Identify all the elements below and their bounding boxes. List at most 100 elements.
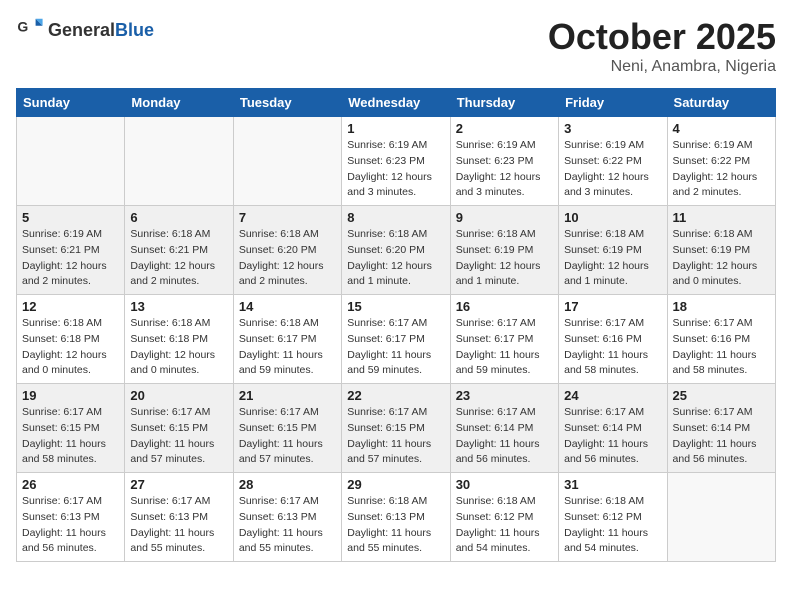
day-number: 18 [673, 299, 770, 314]
day-number: 10 [564, 210, 661, 225]
day-info: Sunrise: 6:19 AMSunset: 6:21 PMDaylight:… [22, 227, 119, 290]
day-number: 30 [456, 477, 553, 492]
calendar-cell: 14Sunrise: 6:18 AMSunset: 6:17 PMDayligh… [233, 295, 341, 384]
weekday-header-row: SundayMondayTuesdayWednesdayThursdayFrid… [17, 89, 776, 117]
day-number: 29 [347, 477, 444, 492]
weekday-header: Monday [125, 89, 233, 117]
calendar-cell [667, 473, 775, 562]
day-number: 22 [347, 388, 444, 403]
day-info: Sunrise: 6:18 AMSunset: 6:19 PMDaylight:… [456, 227, 553, 290]
calendar-cell: 27 Sunrise: 6:17 AMSunset: 6:13 PMDayligh… [125, 473, 233, 562]
calendar-cell: 16Sunrise: 6:17 AMSunset: 6:17 PMDayligh… [450, 295, 558, 384]
calendar-table: SundayMondayTuesdayWednesdayThursdayFrid… [16, 88, 776, 562]
day-number: 26 [22, 477, 119, 492]
day-info: Sunrise: 6:18 AMSunset: 6:21 PMDaylight:… [130, 227, 227, 290]
day-number: 7 [239, 210, 336, 225]
day-info: Sunrise: 6:18 AMSunset: 6:19 PMDaylight:… [564, 227, 661, 290]
day-info: Sunrise: 6:18 AMSunset: 6:12 PMDaylight:… [564, 494, 661, 557]
calendar-cell: 15 Sunrise: 6:17 AMSunset: 6:17 PMDayligh… [342, 295, 450, 384]
weekday-header: Wednesday [342, 89, 450, 117]
day-info: Sunrise: 6:18 AMSunset: 6:20 PMDaylight:… [347, 227, 444, 290]
title-block: October 2025 Neni, Anambra, Nigeria [548, 16, 776, 76]
day-number: 13 [130, 299, 227, 314]
page-title: October 2025 [548, 16, 776, 58]
day-info: Sunrise: 6:17 AMSunset: 6:15 PMDaylight:… [130, 405, 227, 468]
day-number: 8 [347, 210, 444, 225]
day-info: Sunrise: 6:18 AMSunset: 6:12 PMDaylight:… [456, 494, 553, 557]
calendar-cell: 30 Sunrise: 6:18 AMSunset: 6:12 PMDayligh… [450, 473, 558, 562]
calendar-cell: 4 Sunrise: 6:19 AMSunset: 6:22 PMDaylight… [667, 117, 775, 206]
day-info: Sunrise: 6:17 AMSunset: 6:14 PMDaylight:… [456, 405, 553, 468]
day-info: Sunrise: 6:17 AMSunset: 6:13 PMDaylight:… [239, 494, 336, 557]
calendar-cell: 19Sunrise: 6:17 AMSunset: 6:15 PMDayligh… [17, 384, 125, 473]
weekday-header: Sunday [17, 89, 125, 117]
day-info: Sunrise: 6:18 AMSunset: 6:18 PMDaylight:… [130, 316, 227, 379]
logo-text-blue: Blue [115, 20, 154, 40]
calendar-cell: 29 Sunrise: 6:18 AMSunset: 6:13 PMDayligh… [342, 473, 450, 562]
day-info: Sunrise: 6:18 AMSunset: 6:17 PMDaylight:… [239, 316, 336, 379]
calendar-cell: 1 Sunrise: 6:19 AMSunset: 6:23 PMDaylight… [342, 117, 450, 206]
day-number: 27 [130, 477, 227, 492]
day-number: 23 [456, 388, 553, 403]
day-number: 3 [564, 121, 661, 136]
page-header: G GeneralBlue October 2025 Neni, Anambra… [16, 16, 776, 76]
day-info: Sunrise: 6:17 AMSunset: 6:15 PMDaylight:… [347, 405, 444, 468]
day-number: 15 [347, 299, 444, 314]
day-number: 1 [347, 121, 444, 136]
day-info: Sunrise: 6:17 AMSunset: 6:17 PMDaylight:… [347, 316, 444, 379]
calendar-cell: 13 Sunrise: 6:18 AMSunset: 6:18 PMDayligh… [125, 295, 233, 384]
calendar-cell: 17 Sunrise: 6:17 AMSunset: 6:16 PMDayligh… [559, 295, 667, 384]
day-info: Sunrise: 6:17 AMSunset: 6:14 PMDaylight:… [673, 405, 770, 468]
calendar-week-row: 26 Sunrise: 6:17 AMSunset: 6:13 PMDayligh… [17, 473, 776, 562]
calendar-cell [17, 117, 125, 206]
calendar-cell: 31 Sunrise: 6:18 AMSunset: 6:12 PMDayligh… [559, 473, 667, 562]
calendar-week-row: 1 Sunrise: 6:19 AMSunset: 6:23 PMDaylight… [17, 117, 776, 206]
day-number: 31 [564, 477, 661, 492]
day-info: Sunrise: 6:17 AMSunset: 6:15 PMDaylight:… [22, 405, 119, 468]
day-info: Sunrise: 6:17 AMSunset: 6:14 PMDaylight:… [564, 405, 661, 468]
calendar-cell: 28 Sunrise: 6:17 AMSunset: 6:13 PMDayligh… [233, 473, 341, 562]
day-number: 17 [564, 299, 661, 314]
day-info: Sunrise: 6:18 AMSunset: 6:13 PMDaylight:… [347, 494, 444, 557]
calendar-cell: 8 Sunrise: 6:18 AMSunset: 6:20 PMDaylight… [342, 206, 450, 295]
calendar-week-row: 19Sunrise: 6:17 AMSunset: 6:15 PMDayligh… [17, 384, 776, 473]
day-number: 28 [239, 477, 336, 492]
calendar-cell: 11Sunrise: 6:18 AMSunset: 6:19 PMDayligh… [667, 206, 775, 295]
day-info: Sunrise: 6:17 AMSunset: 6:13 PMDaylight:… [22, 494, 119, 557]
day-info: Sunrise: 6:19 AMSunset: 6:22 PMDaylight:… [673, 138, 770, 201]
calendar-cell: 25 Sunrise: 6:17 AMSunset: 6:14 PMDayligh… [667, 384, 775, 473]
day-number: 2 [456, 121, 553, 136]
calendar-cell: 24 Sunrise: 6:17 AMSunset: 6:14 PMDayligh… [559, 384, 667, 473]
calendar-cell: 3Sunrise: 6:19 AMSunset: 6:22 PMDaylight… [559, 117, 667, 206]
day-info: Sunrise: 6:17 AMSunset: 6:15 PMDaylight:… [239, 405, 336, 468]
day-number: 6 [130, 210, 227, 225]
day-info: Sunrise: 6:17 AMSunset: 6:16 PMDaylight:… [564, 316, 661, 379]
day-number: 16 [456, 299, 553, 314]
day-number: 20 [130, 388, 227, 403]
calendar-cell: 18 Sunrise: 6:17 AMSunset: 6:16 PMDayligh… [667, 295, 775, 384]
day-number: 4 [673, 121, 770, 136]
day-info: Sunrise: 6:17 AMSunset: 6:13 PMDaylight:… [130, 494, 227, 557]
day-info: Sunrise: 6:18 AMSunset: 6:18 PMDaylight:… [22, 316, 119, 379]
day-number: 24 [564, 388, 661, 403]
weekday-header: Tuesday [233, 89, 341, 117]
calendar-cell: 20 Sunrise: 6:17 AMSunset: 6:15 PMDayligh… [125, 384, 233, 473]
calendar-cell: 10 Sunrise: 6:18 AMSunset: 6:19 PMDayligh… [559, 206, 667, 295]
day-number: 21 [239, 388, 336, 403]
calendar-week-row: 12 Sunrise: 6:18 AMSunset: 6:18 PMDayligh… [17, 295, 776, 384]
day-info: Sunrise: 6:17 AMSunset: 6:16 PMDaylight:… [673, 316, 770, 379]
day-info: Sunrise: 6:19 AMSunset: 6:23 PMDaylight:… [347, 138, 444, 201]
weekday-header: Saturday [667, 89, 775, 117]
calendar-cell: 2 Sunrise: 6:19 AMSunset: 6:23 PMDaylight… [450, 117, 558, 206]
day-number: 25 [673, 388, 770, 403]
page-location: Neni, Anambra, Nigeria [548, 58, 776, 76]
calendar-cell: 9Sunrise: 6:18 AMSunset: 6:19 PMDaylight… [450, 206, 558, 295]
logo: G GeneralBlue [16, 16, 154, 44]
day-number: 12 [22, 299, 119, 314]
weekday-header: Friday [559, 89, 667, 117]
day-info: Sunrise: 6:18 AMSunset: 6:19 PMDaylight:… [673, 227, 770, 290]
calendar-week-row: 5Sunrise: 6:19 AMSunset: 6:21 PMDaylight… [17, 206, 776, 295]
calendar-cell: 6 Sunrise: 6:18 AMSunset: 6:21 PMDaylight… [125, 206, 233, 295]
day-info: Sunrise: 6:18 AMSunset: 6:20 PMDaylight:… [239, 227, 336, 290]
day-info: Sunrise: 6:19 AMSunset: 6:23 PMDaylight:… [456, 138, 553, 201]
